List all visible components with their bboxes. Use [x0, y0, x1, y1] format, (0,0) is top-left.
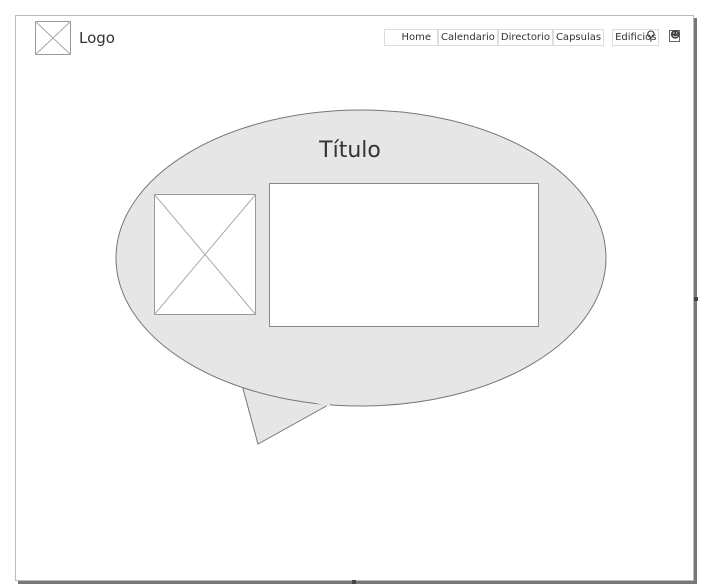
bubble-title: Título: [319, 138, 381, 163]
resize-handle-bottom[interactable]: [352, 580, 356, 584]
resize-handle-right[interactable]: [694, 297, 698, 301]
text-area[interactable]: [269, 183, 539, 327]
image-placeholder: [154, 194, 256, 315]
